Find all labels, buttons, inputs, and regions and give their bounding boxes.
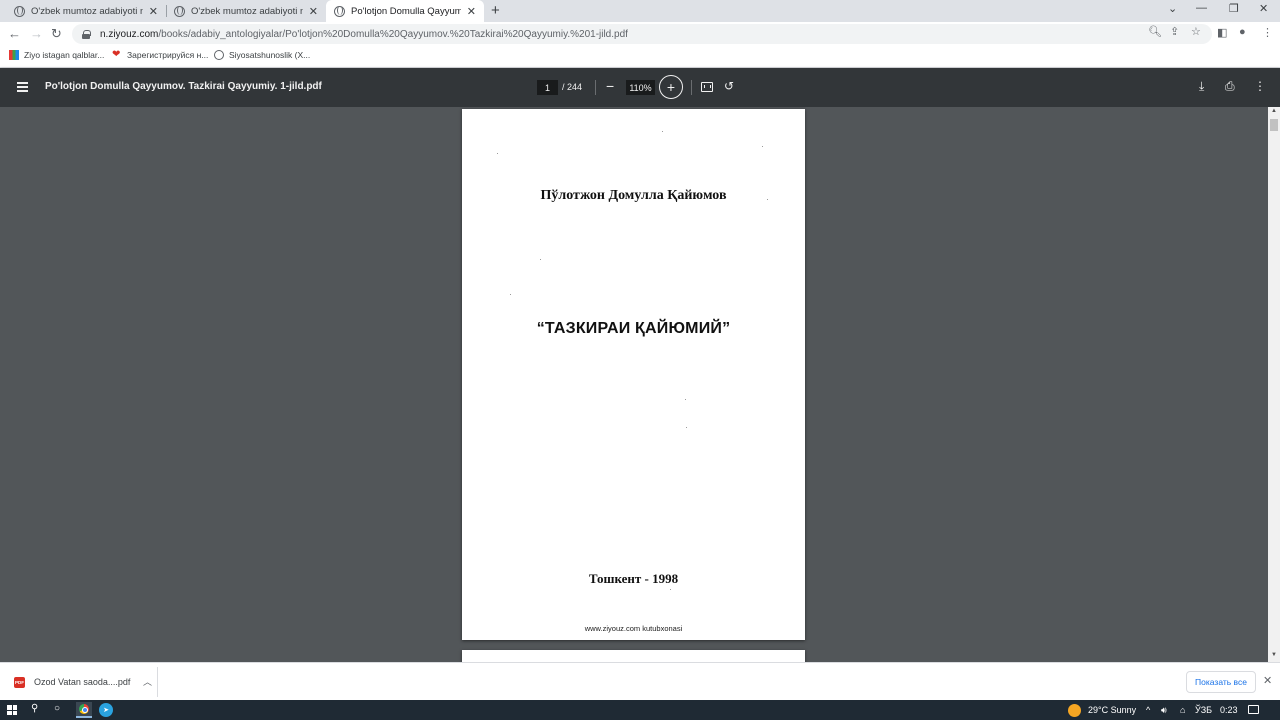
tab-strip: O'zbek mumtoz adabiyoti namunalari ✕ O'z…: [0, 0, 1280, 22]
network-icon[interactable]: ⌂: [1180, 705, 1185, 715]
weather-text[interactable]: 29°C Sunny: [1088, 705, 1136, 715]
scroll-down-icon[interactable]: ▼: [1271, 652, 1277, 658]
pdf-file-icon: PDF: [14, 676, 25, 688]
toolbar-divider: [691, 80, 692, 95]
tab-search-icon[interactable]: ⌄: [1168, 2, 1177, 15]
clock-time[interactable]: 0:23: [1220, 705, 1238, 715]
notification-icon[interactable]: [1248, 705, 1259, 714]
tab-3-active[interactable]: Po'lotjon Domulla Qayyumov. Tazkirai ✕: [326, 0, 484, 22]
bookmark-ziyo[interactable]: Ziyo istagan qalblar...: [9, 50, 104, 60]
minimize-icon[interactable]: —: [1196, 2, 1207, 14]
scan-speck: [670, 589, 671, 590]
windows-taskbar: ⚲ ○ ➤ 29°C Sunny ^ 🔊︎ ⌂ ЎЗБ 0:23: [0, 700, 1280, 720]
telegram-taskbar-icon[interactable]: ➤: [99, 703, 113, 717]
scan-speck: [762, 146, 763, 147]
url-path: /books/adabiy_antologiyalar/Po'lotjon%20…: [158, 28, 628, 40]
more-options-icon[interactable]: ⋮: [1254, 79, 1266, 93]
volume-icon[interactable]: 🔊︎: [1161, 705, 1167, 716]
pdf-viewer[interactable]: Пўлотжон Домулла Қайюмов “ТАЗКИРАИ ҚАЙЮМ…: [0, 107, 1268, 662]
tab-title: O'zbek mumtoz adabiyoti namunalari: [31, 5, 143, 17]
task-view-icon[interactable]: ○: [54, 703, 60, 714]
close-shelf-icon[interactable]: ✕: [1263, 674, 1272, 687]
show-all-button[interactable]: Показать все: [1186, 671, 1256, 693]
page-number-input[interactable]: 1: [537, 80, 558, 95]
bookmarks-bar: Ziyo istagan qalblar... ❤ Зарегистрируйс…: [0, 46, 1280, 68]
address-bar[interactable]: n.ziyouz.com/books/adabiy_antologiyalar/…: [72, 24, 1212, 44]
share-icon[interactable]: ⇪: [1170, 25, 1179, 38]
globe-icon: [214, 50, 224, 60]
scan-speck: [686, 427, 687, 428]
zoom-icon[interactable]: 🔍︎: [1148, 25, 1162, 38]
scan-speck: [510, 294, 511, 295]
pdf-page-2: [462, 650, 805, 662]
page-footer: www.ziyouz.com kutubxonasi: [584, 624, 683, 633]
lock-icon[interactable]: [82, 29, 91, 39]
page-title: “ТАЗКИРАИ ҚАЙЮМИЙ”: [536, 320, 731, 337]
chrome-taskbar-icon[interactable]: [76, 702, 92, 718]
menu-icon[interactable]: [17, 82, 28, 92]
scan-speck: [662, 131, 663, 132]
close-icon[interactable]: ✕: [309, 5, 318, 18]
print-icon[interactable]: ⎙: [1225, 79, 1235, 94]
restore-icon[interactable]: ❐: [1229, 2, 1239, 15]
page-author: Пўлотжон Домулла Қайюмов: [540, 188, 727, 203]
scroll-thumb[interactable]: [1270, 119, 1278, 131]
close-icon[interactable]: ✕: [467, 5, 476, 18]
language-indicator[interactable]: ЎЗБ: [1195, 705, 1212, 715]
chevron-up-icon[interactable]: ︿: [143, 675, 152, 688]
globe-icon: [174, 5, 185, 17]
browser-toolbar: ← → ↻ n.ziyouz.com/books/adabiy_antologi…: [0, 22, 1280, 46]
download-shelf: PDF Ozod Vatan saoda....pdf ︿ Показать в…: [0, 662, 1280, 700]
tab-2[interactable]: O'zbek mumtoz adabiyoti namunalari ✕: [166, 0, 326, 22]
search-icon[interactable]: ⚲: [31, 703, 38, 714]
viewer-scrollbar[interactable]: ▲ ▼: [1268, 107, 1280, 662]
back-arrow-icon[interactable]: ←: [8, 25, 21, 43]
pdf-title: Po'lotjon Domulla Qayyumov. Tazkirai Qay…: [45, 81, 322, 92]
bookmark-register[interactable]: ❤ Зарегистрируйся н...: [112, 49, 209, 61]
scan-speck: [767, 199, 768, 200]
download-file-name: Ozod Vatan saoda....pdf: [34, 677, 131, 687]
bookmark-label: Siyosatshunoslik (X...: [229, 50, 311, 60]
close-icon[interactable]: ✕: [149, 5, 158, 18]
zoom-input[interactable]: 110%: [626, 80, 655, 95]
tab-title: Po'lotjon Domulla Qayyumov. Tazkirai: [351, 5, 461, 17]
download-item[interactable]: PDF Ozod Vatan saoda....pdf ︿: [6, 667, 158, 697]
side-panel-icon[interactable]: ◧: [1217, 26, 1227, 39]
reload-icon[interactable]: ↻: [51, 25, 62, 43]
bookmark-star-icon[interactable]: ☆: [1191, 25, 1201, 38]
zoom-out-button[interactable]: −: [606, 78, 614, 94]
tab-title: O'zbek mumtoz adabiyoti namunalari: [191, 5, 303, 17]
sun-weather-icon: [1068, 704, 1081, 717]
bookmark-label: Ziyo istagan qalblar...: [24, 50, 105, 60]
scan-speck: [685, 399, 686, 400]
chrome-menu-icon[interactable]: ⋮: [1262, 26, 1273, 39]
heart-icon: ❤: [112, 49, 121, 60]
forward-arrow-icon[interactable]: →: [30, 25, 43, 43]
page-total: / 244: [562, 82, 583, 92]
scroll-up-icon[interactable]: ▲: [1271, 108, 1277, 114]
url-text[interactable]: n.ziyouz.com/books/adabiy_antologiyalar/…: [100, 29, 628, 40]
fit-page-icon[interactable]: [701, 82, 713, 92]
toolbar-divider: [595, 80, 596, 95]
window-close-icon[interactable]: ✕: [1259, 2, 1268, 15]
pdf-page-1: Пўлотжон Домулла Қайюмов “ТАЗКИРАИ ҚАЙЮМ…: [462, 109, 805, 640]
windows-start-icon[interactable]: [7, 705, 17, 715]
tray-chevron-icon[interactable]: ^: [1146, 705, 1150, 715]
tab-1[interactable]: O'zbek mumtoz adabiyoti namunalari ✕: [6, 0, 166, 22]
download-icon[interactable]: ⤓: [1199, 79, 1204, 94]
bookmark-siyosat[interactable]: Siyosatshunoslik (X...: [214, 50, 310, 60]
scan-speck: [540, 259, 541, 260]
zoom-in-button[interactable]: +: [659, 75, 683, 99]
scan-speck: [497, 153, 498, 154]
ziyo-icon: [9, 50, 19, 60]
globe-icon: [14, 5, 25, 17]
profile-avatar-icon[interactable]: ●: [1239, 26, 1246, 38]
url-host: n.ziyouz.com: [100, 28, 159, 40]
page-place-year: Тошкент - 1998: [588, 571, 679, 586]
bookmark-label: Зарегистрируйся н...: [127, 50, 209, 60]
pdf-toolbar: Po'lotjon Domulla Qayyumov. Tazkirai Qay…: [0, 68, 1280, 107]
new-tab-button[interactable]: +: [491, 2, 500, 19]
rotate-icon[interactable]: ↺: [724, 79, 734, 93]
globe-icon: [334, 5, 345, 17]
